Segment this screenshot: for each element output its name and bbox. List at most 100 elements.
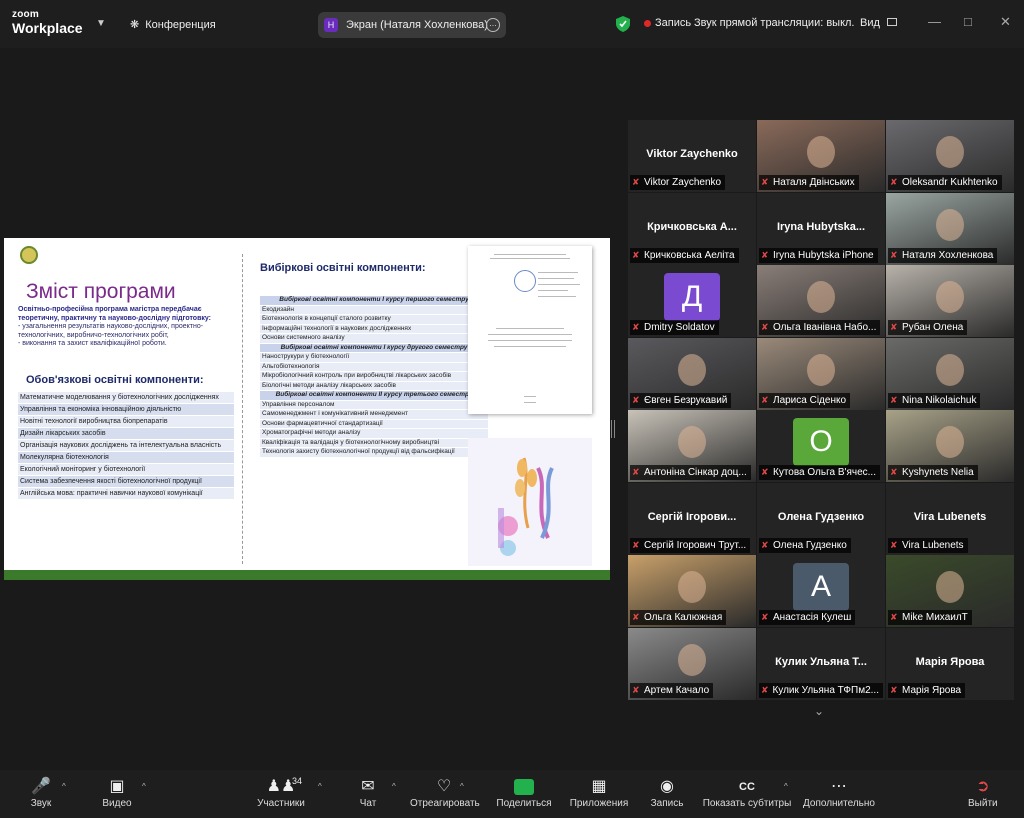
- elective-semester-header: Вибіркові освітні компоненти ІІ курсу тр…: [260, 391, 488, 401]
- university-emblem-icon: [20, 246, 38, 264]
- elective-component-item: Самоменеджмент і комунікативний менеджме…: [260, 410, 488, 420]
- participant-tile[interactable]: ✘ Наталя Двінських: [757, 120, 885, 192]
- intro-item: - узагальнення результатів науково-дослі…: [18, 323, 204, 339]
- captions-label: Показать субтитры: [702, 798, 792, 809]
- apps-button[interactable]: ▦ Приложения: [568, 776, 630, 809]
- participant-name-label: ✘ Mike МихаилТ: [888, 610, 972, 625]
- participant-avatar: А: [793, 563, 849, 611]
- conference-button[interactable]: ❋ Конференция: [130, 18, 216, 32]
- participant-tile[interactable]: ✘ Oleksandr Kukhtenko: [886, 120, 1014, 192]
- participant-tile[interactable]: ✘ Антоніна Сінкар доц...: [628, 410, 756, 482]
- meeting-toolbar: 🎤 Звук ^ ▣ Видео ^ ♟♟ 34 Участники ^ ✉ Ч…: [0, 770, 1024, 818]
- participant-display-name: Iryna Hubytska...: [776, 221, 866, 233]
- more-button[interactable]: ⋯ Дополнительно: [800, 776, 878, 809]
- elective-component-item: Нанострукури у біотехнології: [260, 353, 488, 363]
- chat-button[interactable]: ✉ Чат: [356, 776, 380, 809]
- shield-icon[interactable]: [616, 16, 630, 32]
- elective-component-item: Екодизайн: [260, 305, 488, 315]
- recording-indicator[interactable]: Запись: [644, 17, 691, 29]
- mic-muted-icon: 🎤: [31, 778, 51, 795]
- participant-tile[interactable]: О ✘ Кутова Ольга В'ячес...: [757, 410, 885, 482]
- participant-tile[interactable]: А ✘ Анастасія Кулеш: [757, 555, 885, 627]
- participant-tile[interactable]: ✘ Лариса Сіденко: [757, 338, 885, 410]
- captions-button[interactable]: CC Показать субтитры: [702, 776, 792, 809]
- participant-tile[interactable]: ✘ Nina Nikolaichuk: [886, 338, 1014, 410]
- participant-tile[interactable]: Vira Lubenets ✘ Vira Lubenets: [886, 483, 1014, 555]
- participants-button[interactable]: ♟♟ 34 Участники: [254, 776, 308, 809]
- elective-component-item: Управління персоналом: [260, 400, 488, 410]
- logo-line-1: zoom: [12, 9, 39, 20]
- minimize-icon[interactable]: —: [928, 14, 941, 29]
- participant-tile[interactable]: Марія Ярова ✘ Марія Ярова: [886, 628, 1014, 700]
- share-label: Поделиться: [496, 798, 552, 809]
- mic-muted-icon: ✘: [890, 177, 898, 187]
- participant-tile[interactable]: ✘ Наталя Хохленкова: [886, 193, 1014, 265]
- participant-name-label: ✘ Ольга Іванівна Набо...: [759, 320, 881, 335]
- participant-tile[interactable]: ✘ Ольга Калюжная: [628, 555, 756, 627]
- participant-name-label: ✘ Наталя Хохленкова: [888, 248, 998, 263]
- mandatory-component-item: Управління та економіка інноваційною дія…: [18, 404, 234, 416]
- record-button[interactable]: ◉ Запись: [648, 776, 686, 809]
- participant-tile[interactable]: ✘ Артем Качало: [628, 628, 756, 700]
- participant-tile[interactable]: Д ✘ Dmitry Soldatov: [628, 265, 756, 337]
- participant-name-label: ✘ Oleksandr Kukhtenko: [888, 175, 1002, 190]
- mic-muted-icon: ✘: [761, 395, 769, 405]
- participant-tile[interactable]: ✘ Kyshynets Nelia: [886, 410, 1014, 482]
- participant-name-label: ✘ Артем Качало: [630, 683, 714, 698]
- participant-display-name: Vira Lubenets: [913, 511, 987, 523]
- participant-tile[interactable]: Олена Гудзенко ✘ Олена Гудзенко: [757, 483, 885, 555]
- participant-name: Nina Nikolaichuk: [902, 395, 977, 406]
- audio-button[interactable]: 🎤 Звук: [24, 776, 58, 809]
- participant-name: Олена Гудзенко: [773, 540, 847, 551]
- participant-tile[interactable]: Сергій Ігорови... ✘ Сергій Ігорович Трут..…: [628, 483, 756, 555]
- video-button[interactable]: ▣ Видео: [100, 776, 134, 809]
- mandatory-components-title: Обов'язкові освітні компоненти:: [26, 374, 204, 386]
- participant-name: Kyshynets Nelia: [902, 467, 974, 478]
- screen-share-indicator[interactable]: Н Экран (Наталя Хохленкова) …: [318, 12, 506, 38]
- participant-name: Viktor Zaychenko: [644, 177, 722, 188]
- participant-name-label: ✘ Kyshynets Nelia: [888, 465, 978, 480]
- participant-name-label: ✘ Сергій Ігорович Трут...: [630, 538, 751, 553]
- maximize-icon[interactable]: □: [964, 14, 972, 29]
- participant-tile[interactable]: ✘ Ольга Іванівна Набо...: [757, 265, 885, 337]
- splitter-handle[interactable]: [611, 420, 615, 438]
- elective-semester-header: Вибіркові освітні компоненти І курсу пер…: [260, 296, 488, 306]
- elective-semester-header: Вибіркові освітні компоненти І курсу дру…: [260, 343, 488, 353]
- close-icon[interactable]: ✕: [1000, 14, 1011, 30]
- more-options-icon[interactable]: …: [486, 18, 500, 32]
- participant-tile[interactable]: Iryna Hubytska... ✘ Iryna Hubytska iPhone: [757, 193, 885, 265]
- participant-tile[interactable]: Кулик Ульяна Т... ✘ Кулик Ульяна ТФПм2...: [757, 628, 885, 700]
- zoom-logo: zoom Workplace: [12, 9, 83, 36]
- participant-tile[interactable]: ✘ Mike МихаилТ: [886, 555, 1014, 627]
- participant-name-label: ✘ Кричковська Аеліта: [630, 248, 739, 263]
- view-button[interactable]: Вид: [860, 17, 897, 29]
- leave-button[interactable]: ➲ Выйти: [968, 776, 998, 809]
- participant-name: Наталя Хохленкова: [902, 250, 994, 261]
- recording-dot-icon: [644, 19, 651, 27]
- elective-component-item: Альгобіотехнологія: [260, 362, 488, 372]
- participant-name: Dmitry Soldatov: [644, 322, 715, 333]
- participant-tile[interactable]: Кричковська А... ✘ Кричковська Аеліта: [628, 193, 756, 265]
- slide-footer-bar: [4, 570, 610, 580]
- participant-display-name: Кулик Ульяна Т...: [775, 656, 867, 668]
- participant-name: Mike МихаилТ: [902, 612, 968, 623]
- recording-label: Запись: [655, 17, 692, 29]
- paw-icon: ❋: [130, 19, 140, 31]
- stream-audio-status[interactable]: Звук прямой трансляции: выкл.: [694, 17, 855, 29]
- mic-muted-icon: ✘: [632, 177, 640, 187]
- conference-label: Конференция: [145, 18, 216, 31]
- participant-tile[interactable]: ✘ Рубан Олена: [886, 265, 1014, 337]
- participant-name-label: ✘ Антоніна Сінкар доц...: [630, 465, 751, 480]
- participant-name-label: ✘ Iryna Hubytska iPhone: [759, 248, 878, 263]
- react-button[interactable]: ♡ Отреагировать: [410, 776, 480, 809]
- screen-share-label: Экран (Наталя Хохленкова): [346, 19, 488, 31]
- gallery-next-page-icon[interactable]: ⌄: [814, 704, 824, 718]
- mandatory-component-item: Дизайн лікарських засобів: [18, 428, 234, 440]
- participant-tile[interactable]: Viktor Zaychenko ✘ Viktor Zaychenko: [628, 120, 756, 192]
- participant-name-label: ✘ Ольга Калюжная: [630, 610, 727, 625]
- mic-muted-icon: ✘: [632, 612, 640, 622]
- participant-name-label: ✘ Рубан Олена: [888, 320, 968, 335]
- chevron-down-icon[interactable]: ▼: [96, 18, 106, 29]
- participant-tile[interactable]: ✘ Євген Безрукавий: [628, 338, 756, 410]
- share-button[interactable]: Поделиться: [496, 776, 552, 809]
